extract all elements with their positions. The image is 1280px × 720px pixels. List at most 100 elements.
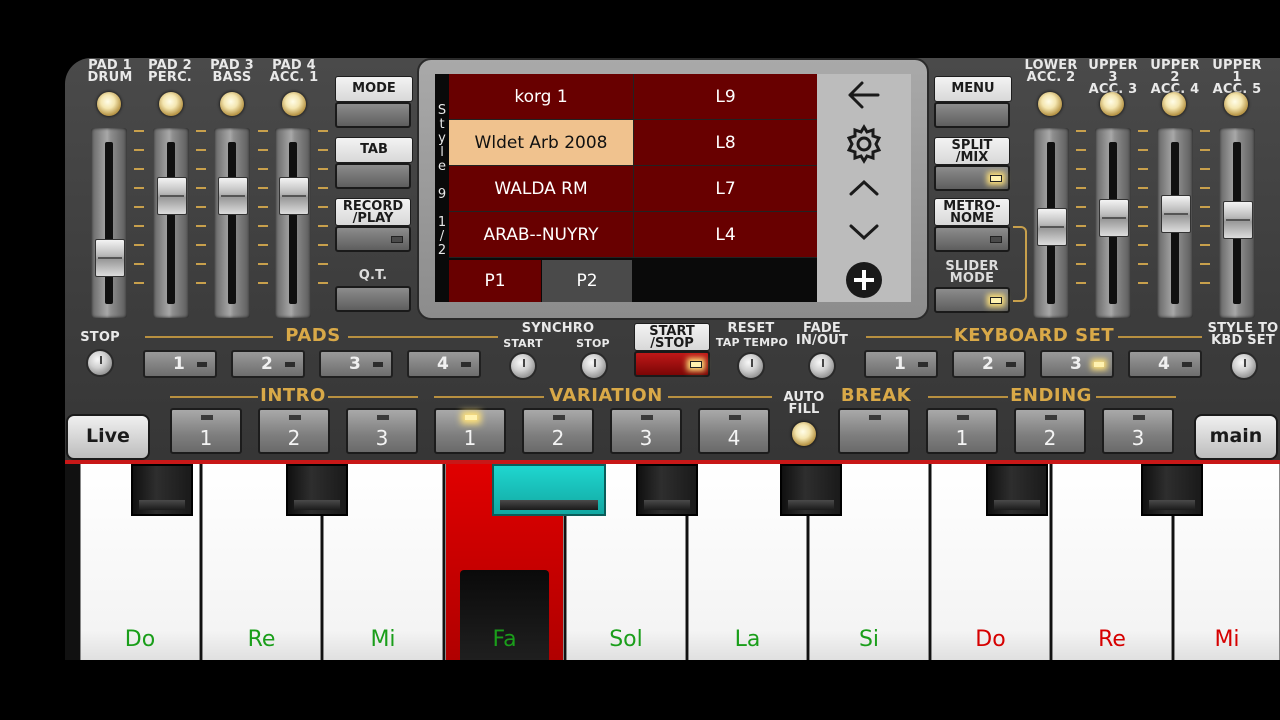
black-key[interactable]: [986, 464, 1048, 516]
pad-4-led[interactable]: [282, 92, 306, 116]
stop-knob[interactable]: [86, 349, 114, 377]
style-row-2-slot[interactable]: L8: [634, 120, 818, 166]
intro-button-2[interactable]: 2: [258, 408, 330, 454]
pad-2-led[interactable]: [159, 92, 183, 116]
style-page-letter: [435, 202, 449, 216]
black-key[interactable]: [286, 464, 348, 516]
lower-acc2-slider[interactable]: [1033, 128, 1069, 318]
record-play-button[interactable]: RECORD/PLAY: [335, 198, 411, 252]
break-button[interactable]: [838, 408, 910, 454]
style-row-4-slot[interactable]: L4: [634, 212, 818, 258]
upper3-acc3-led[interactable]: [1100, 92, 1124, 116]
upper3-acc3-slider[interactable]: [1095, 128, 1131, 318]
slider-mode-link: [1013, 226, 1027, 302]
style-to-kbd-knob[interactable]: [1230, 352, 1258, 380]
pad-3-volume-slider[interactable]: [214, 128, 250, 318]
divider: [668, 396, 772, 398]
pad-1-led[interactable]: [97, 92, 121, 116]
keyboard-set-button-4[interactable]: 4: [1128, 350, 1202, 378]
black-key[interactable]: [780, 464, 842, 516]
menu-button[interactable]: MENU: [934, 76, 1012, 128]
pad-button-1[interactable]: 1: [143, 350, 217, 378]
ending-heading: ENDING: [1010, 385, 1092, 406]
synchro-start-knob[interactable]: [509, 352, 537, 380]
mode-cap: [335, 102, 411, 128]
synchro-stop-knob[interactable]: [580, 352, 608, 380]
back-arrow-icon[interactable]: [817, 80, 911, 114]
slider-mode-button[interactable]: SLIDER MODE: [934, 259, 1010, 313]
reset-tap-tempo-knob[interactable]: [737, 352, 765, 380]
qt-button[interactable]: Q.T.: [335, 266, 411, 312]
black-key[interactable]: [131, 464, 193, 516]
style-page-letter: 1: [437, 215, 447, 230]
upper1-acc5-slider[interactable]: [1219, 128, 1255, 318]
pad-button-2[interactable]: 2: [231, 350, 305, 378]
pad-3-label: PAD 3 BASS: [210, 58, 254, 85]
stop-label: STOP: [80, 330, 120, 345]
lower-acc2-led[interactable]: [1038, 92, 1062, 116]
mode-button[interactable]: MODE: [335, 76, 413, 128]
intro-button-3[interactable]: 3: [346, 408, 418, 454]
upper2-acc4-slider[interactable]: [1157, 128, 1193, 318]
slider-thumb[interactable]: [1037, 207, 1067, 246]
slider-thumb[interactable]: [1223, 201, 1253, 240]
upper1-acc5-label: UPPER 1 ACC. 5: [1212, 58, 1262, 97]
page-tab-p1[interactable]: P1: [449, 260, 541, 302]
variation-button-1[interactable]: 1: [434, 408, 506, 454]
upper1-acc5-led[interactable]: [1224, 92, 1248, 116]
auto-fill-led[interactable]: [792, 422, 816, 446]
divider: [928, 396, 1008, 398]
pad-4-volume-slider[interactable]: [275, 128, 311, 318]
pad-button-4[interactable]: 4: [407, 350, 481, 378]
divider: [434, 396, 544, 398]
chevron-up-icon[interactable]: [817, 178, 911, 202]
slider-thumb[interactable]: [1161, 194, 1191, 233]
keyboard-set-button-2[interactable]: 2: [952, 350, 1026, 378]
pads-heading: PADS: [285, 325, 341, 346]
keyboard-set-button-1[interactable]: 1: [864, 350, 938, 378]
style-row-3-name[interactable]: WALDA RM: [449, 166, 634, 212]
menu-cap: [934, 102, 1010, 128]
variation-button-4[interactable]: 4: [698, 408, 770, 454]
slider-thumb[interactable]: [218, 177, 248, 216]
style-row-3-slot[interactable]: L7: [634, 166, 818, 212]
pad-2-volume-slider[interactable]: [153, 128, 189, 318]
keyboard-set-button-3[interactable]: 3: [1040, 350, 1114, 378]
fade-in-out-knob[interactable]: [808, 352, 836, 380]
style-row-2-name[interactable]: Wldet Arb 2008: [449, 120, 634, 166]
slider-thumb[interactable]: [1099, 198, 1129, 237]
style-row-1-name[interactable]: korg 1: [449, 74, 634, 120]
black-key[interactable]: [1141, 464, 1203, 516]
variation-button-3[interactable]: 3: [610, 408, 682, 454]
add-circle-icon[interactable]: [817, 260, 911, 300]
main-button[interactable]: main: [1194, 414, 1278, 460]
pad-3-led[interactable]: [220, 92, 244, 116]
chevron-down-icon[interactable]: [817, 222, 911, 246]
black-key-active[interactable]: [492, 464, 606, 516]
style-page-letter: [435, 174, 449, 188]
intro-button-1[interactable]: 1: [170, 408, 242, 454]
settings-gear-icon[interactable]: [817, 124, 911, 164]
slider-thumb[interactable]: [279, 177, 309, 216]
record-play-cap: [335, 226, 411, 252]
metronome-button[interactable]: METRO- NOME: [934, 198, 1010, 252]
split-mix-button[interactable]: SPLIT/MIX: [934, 137, 1010, 191]
start-stop-button[interactable]: START/STOP: [634, 323, 712, 379]
tab-button[interactable]: TAB: [335, 137, 413, 189]
live-button[interactable]: Live: [66, 414, 150, 460]
ending-button-2[interactable]: 2: [1014, 408, 1086, 454]
pad-button-3[interactable]: 3: [319, 350, 393, 378]
pad-1-volume-slider[interactable]: [91, 128, 127, 318]
variation-button-2[interactable]: 2: [522, 408, 594, 454]
page-tab-p2[interactable]: P2: [542, 260, 632, 302]
slider-thumb[interactable]: [95, 239, 125, 278]
style-row-1-slot[interactable]: L9: [634, 74, 818, 120]
upper2-acc4-led[interactable]: [1162, 92, 1186, 116]
tab-label: TAB: [335, 137, 413, 163]
ending-button-3[interactable]: 3: [1102, 408, 1174, 454]
black-key[interactable]: [636, 464, 698, 516]
slider-mode-cap: [934, 287, 1010, 313]
style-row-4-name[interactable]: ARAB--NUYRY: [449, 212, 634, 258]
ending-button-1[interactable]: 1: [926, 408, 998, 454]
slider-thumb[interactable]: [157, 177, 187, 216]
